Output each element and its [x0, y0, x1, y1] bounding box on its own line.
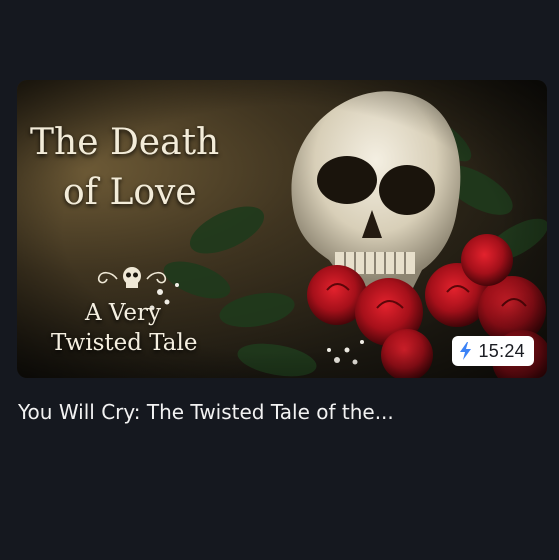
thumbnail-title-line1: The Death [30, 122, 220, 163]
video-thumbnail[interactable]: The Death of Love A Very Twisted Tale 15… [17, 80, 547, 378]
video-card[interactable]: The Death of Love A Very Twisted Tale 15… [17, 80, 547, 424]
skull-ornament-icon [97, 267, 167, 288]
lightning-bolt-icon [460, 342, 472, 360]
thumbnail-title-line2: of Love [63, 172, 197, 213]
duration-text: 15:24 [478, 340, 525, 361]
thumbnail-subtitle-line2: Twisted Tale [51, 330, 198, 356]
duration-badge: 15:24 [452, 336, 534, 366]
thumbnail-subtitle-line1: A Very [85, 300, 162, 326]
video-title[interactable]: You Will Cry: The Twisted Tale of the... [18, 400, 538, 424]
